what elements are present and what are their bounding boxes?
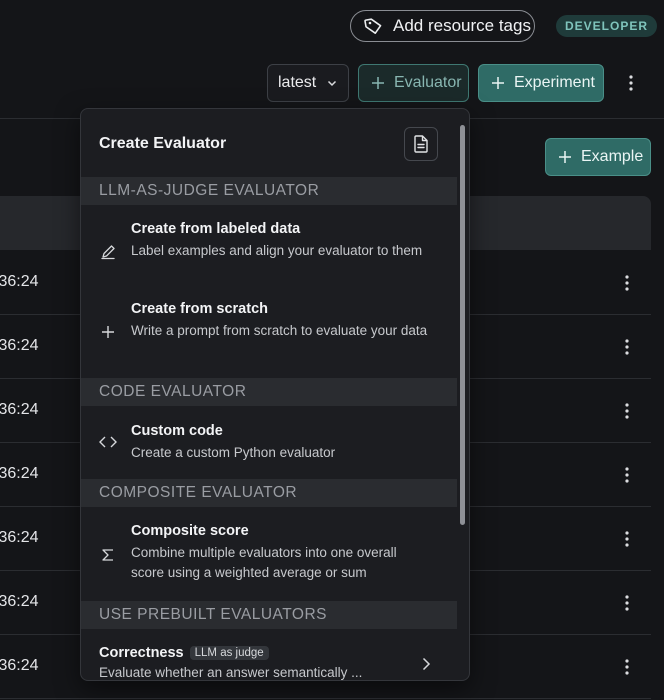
row-time: :36:24 — [0, 273, 39, 290]
create-from-labeled-data-item[interactable]: Create from labeled data Label examples … — [81, 209, 457, 285]
item-title: Create from labeled data — [131, 221, 301, 237]
tag-icon — [363, 16, 383, 36]
developer-badge: DEVELOPER — [556, 15, 658, 37]
section-composite-evaluator: COMPOSITE EVALUATOR — [81, 479, 457, 507]
add-experiment-button[interactable]: Experiment — [478, 64, 604, 102]
item-description: Combine multiple evaluators into one ove… — [131, 545, 397, 580]
section-use-prebuilt-evaluators: USE PREBUILT EVALUATORS — [81, 601, 457, 629]
add-experiment-label: Experiment — [514, 74, 595, 91]
correctness-title: Correctness — [99, 645, 184, 661]
row-kebab-icon[interactable] — [617, 529, 637, 549]
chevron-down-icon — [326, 77, 338, 89]
row-time: :36:24 — [0, 465, 39, 482]
row-kebab-icon[interactable] — [617, 401, 637, 421]
version-select-value: latest — [278, 74, 317, 91]
row-kebab-icon[interactable] — [617, 465, 637, 485]
row-kebab-icon[interactable] — [617, 593, 637, 613]
composite-score-item[interactable]: Composite score Combine multiple evaluat… — [81, 511, 457, 591]
pencil-icon — [99, 243, 117, 261]
add-evaluator-button[interactable]: Evaluator — [358, 64, 469, 102]
add-resource-tags-label: Add resource tags — [393, 16, 531, 35]
plus-icon — [491, 76, 505, 90]
document-icon — [413, 135, 429, 153]
item-description: Write a prompt from scratch to evaluate … — [131, 323, 428, 338]
item-title: Composite score — [131, 523, 249, 539]
row-kebab-icon[interactable] — [617, 657, 637, 677]
row-time: :36:24 — [0, 593, 39, 610]
plus-icon — [558, 150, 572, 164]
row-kebab-icon[interactable] — [617, 273, 637, 293]
create-from-scratch-item[interactable]: Create from scratch Write a prompt from … — [81, 289, 457, 365]
section-llm-as-judge: LLM-AS-JUDGE EVALUATOR — [81, 177, 457, 205]
row-time: :36:24 — [0, 657, 39, 674]
custom-code-item[interactable]: Custom code Create a custom Python evalu… — [81, 411, 457, 467]
row-time: :36:24 — [0, 529, 39, 546]
code-brackets-icon — [99, 433, 117, 451]
add-evaluator-label: Evaluator — [394, 74, 462, 91]
sigma-icon — [99, 546, 117, 564]
item-title: Create from scratch — [131, 301, 268, 317]
docs-button[interactable] — [404, 127, 438, 161]
more-options-kebab-icon[interactable] — [621, 73, 641, 93]
dropdown-title: Create Evaluator — [99, 135, 227, 152]
version-select[interactable]: latest — [267, 64, 349, 102]
item-title: Correctness LLM as judge — [99, 645, 269, 661]
item-title: Custom code — [131, 423, 223, 439]
correctness-item[interactable]: Correctness LLM as judge Evaluate whether… — [81, 633, 457, 680]
plus-icon — [99, 323, 117, 341]
row-time: :36:24 — [0, 401, 39, 418]
llm-as-judge-pill: LLM as judge — [189, 646, 269, 660]
section-code-evaluator: CODE EVALUATOR — [81, 378, 457, 406]
add-example-button[interactable]: Example — [545, 138, 651, 176]
add-example-label: Example — [581, 148, 644, 165]
row-time: :36:24 — [0, 337, 39, 354]
row-kebab-icon[interactable] — [617, 337, 637, 357]
plus-icon — [371, 76, 385, 90]
item-description: Evaluate whether an answer semantically … — [99, 665, 363, 680]
item-description: Create a custom Python evaluator — [131, 445, 336, 460]
chevron-right-icon — [421, 657, 431, 671]
add-resource-tags-button[interactable]: Add resource tags — [350, 10, 535, 42]
dropdown-scrollbar-thumb[interactable] — [460, 125, 465, 525]
item-description: Label examples and align your evaluator … — [131, 243, 423, 258]
create-evaluator-dropdown: Create Evaluator LLM-AS-JUDGE EVALUATOR … — [80, 108, 470, 681]
